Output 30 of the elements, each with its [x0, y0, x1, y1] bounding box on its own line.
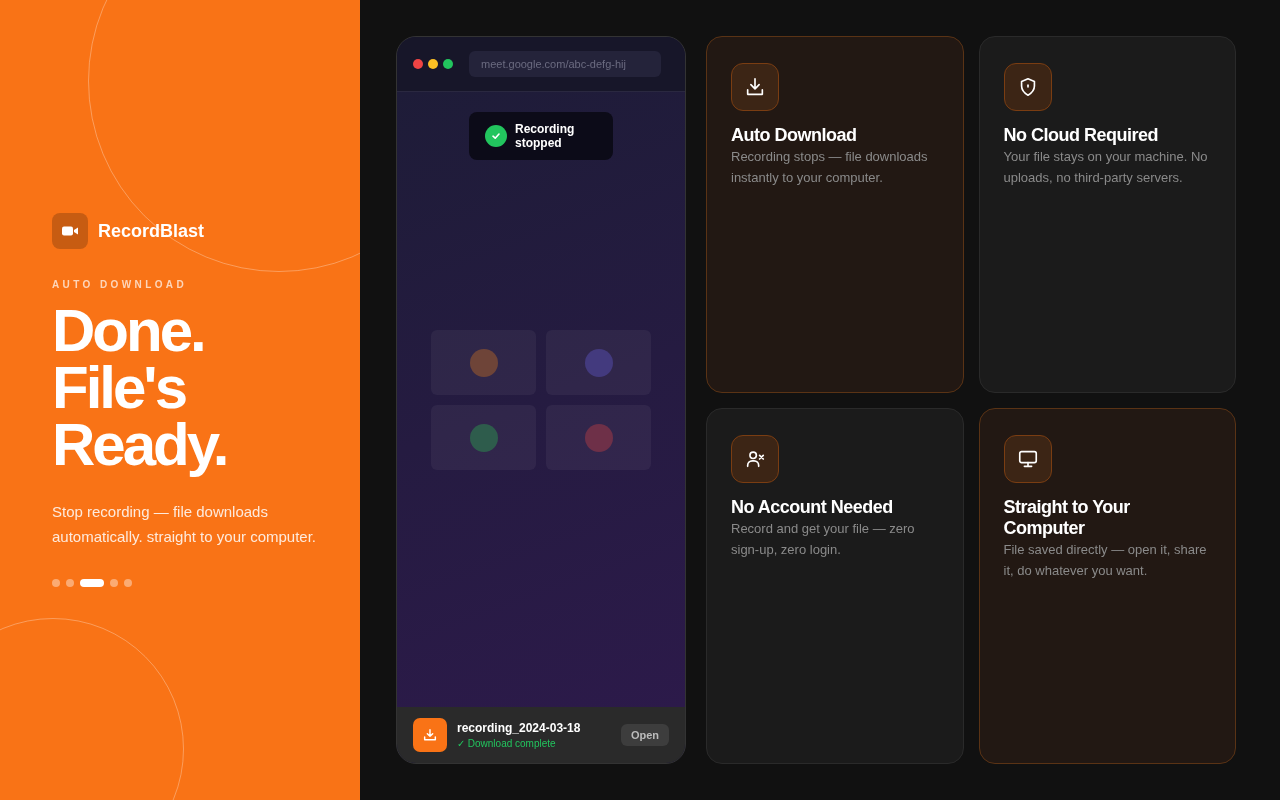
pagination-dot[interactable]	[66, 579, 74, 587]
download-status: ✓ Download complete	[457, 738, 557, 749]
feature-description: Your file stays on your machine. No uploads, no third-party servers.	[1003, 148, 1209, 187]
file-name: recording_2024-03-18	[457, 721, 582, 735]
headline-line: File's	[52, 359, 187, 416]
window-controls-icon	[413, 59, 453, 69]
check-icon	[485, 125, 507, 147]
monitor-icon	[1003, 434, 1052, 483]
brand-name: RecordBlast	[98, 220, 205, 242]
feature-description: File saved directly — open it, share it, do whatever you want.	[1003, 540, 1208, 580]
video-camera-icon	[52, 213, 88, 249]
open-button[interactable]: Open	[620, 724, 669, 746]
address-bar: meet.google.com/abc-defg-hij	[469, 51, 661, 77]
feature-description: Recording stops — file downloads instantly to your computer.	[731, 148, 929, 187]
download-icon	[413, 718, 447, 752]
download-icon	[731, 63, 779, 111]
user-remove-icon	[731, 434, 779, 483]
headline-line: Done.	[52, 302, 205, 359]
feature-title: No Cloud Required	[1003, 125, 1159, 146]
pagination-dot[interactable]	[52, 579, 60, 587]
pagination-dot[interactable]	[110, 579, 118, 587]
feature-description: Record and get your file — zero sign-up, zero login.	[731, 519, 916, 559]
feature-title: No Account Needed	[731, 496, 894, 518]
shield-icon	[1003, 63, 1052, 111]
eyebrow-label: AUTO DOWNLOAD	[52, 279, 189, 290]
description: Stop recording — file downloads automatically. straight to your computer.	[52, 502, 317, 547]
pagination-dot[interactable]	[124, 579, 132, 587]
feature-title: Auto Download	[731, 125, 858, 146]
feature-title: Straight to Your Computer	[1003, 496, 1131, 539]
toast-message: Recording stopped	[515, 122, 576, 150]
